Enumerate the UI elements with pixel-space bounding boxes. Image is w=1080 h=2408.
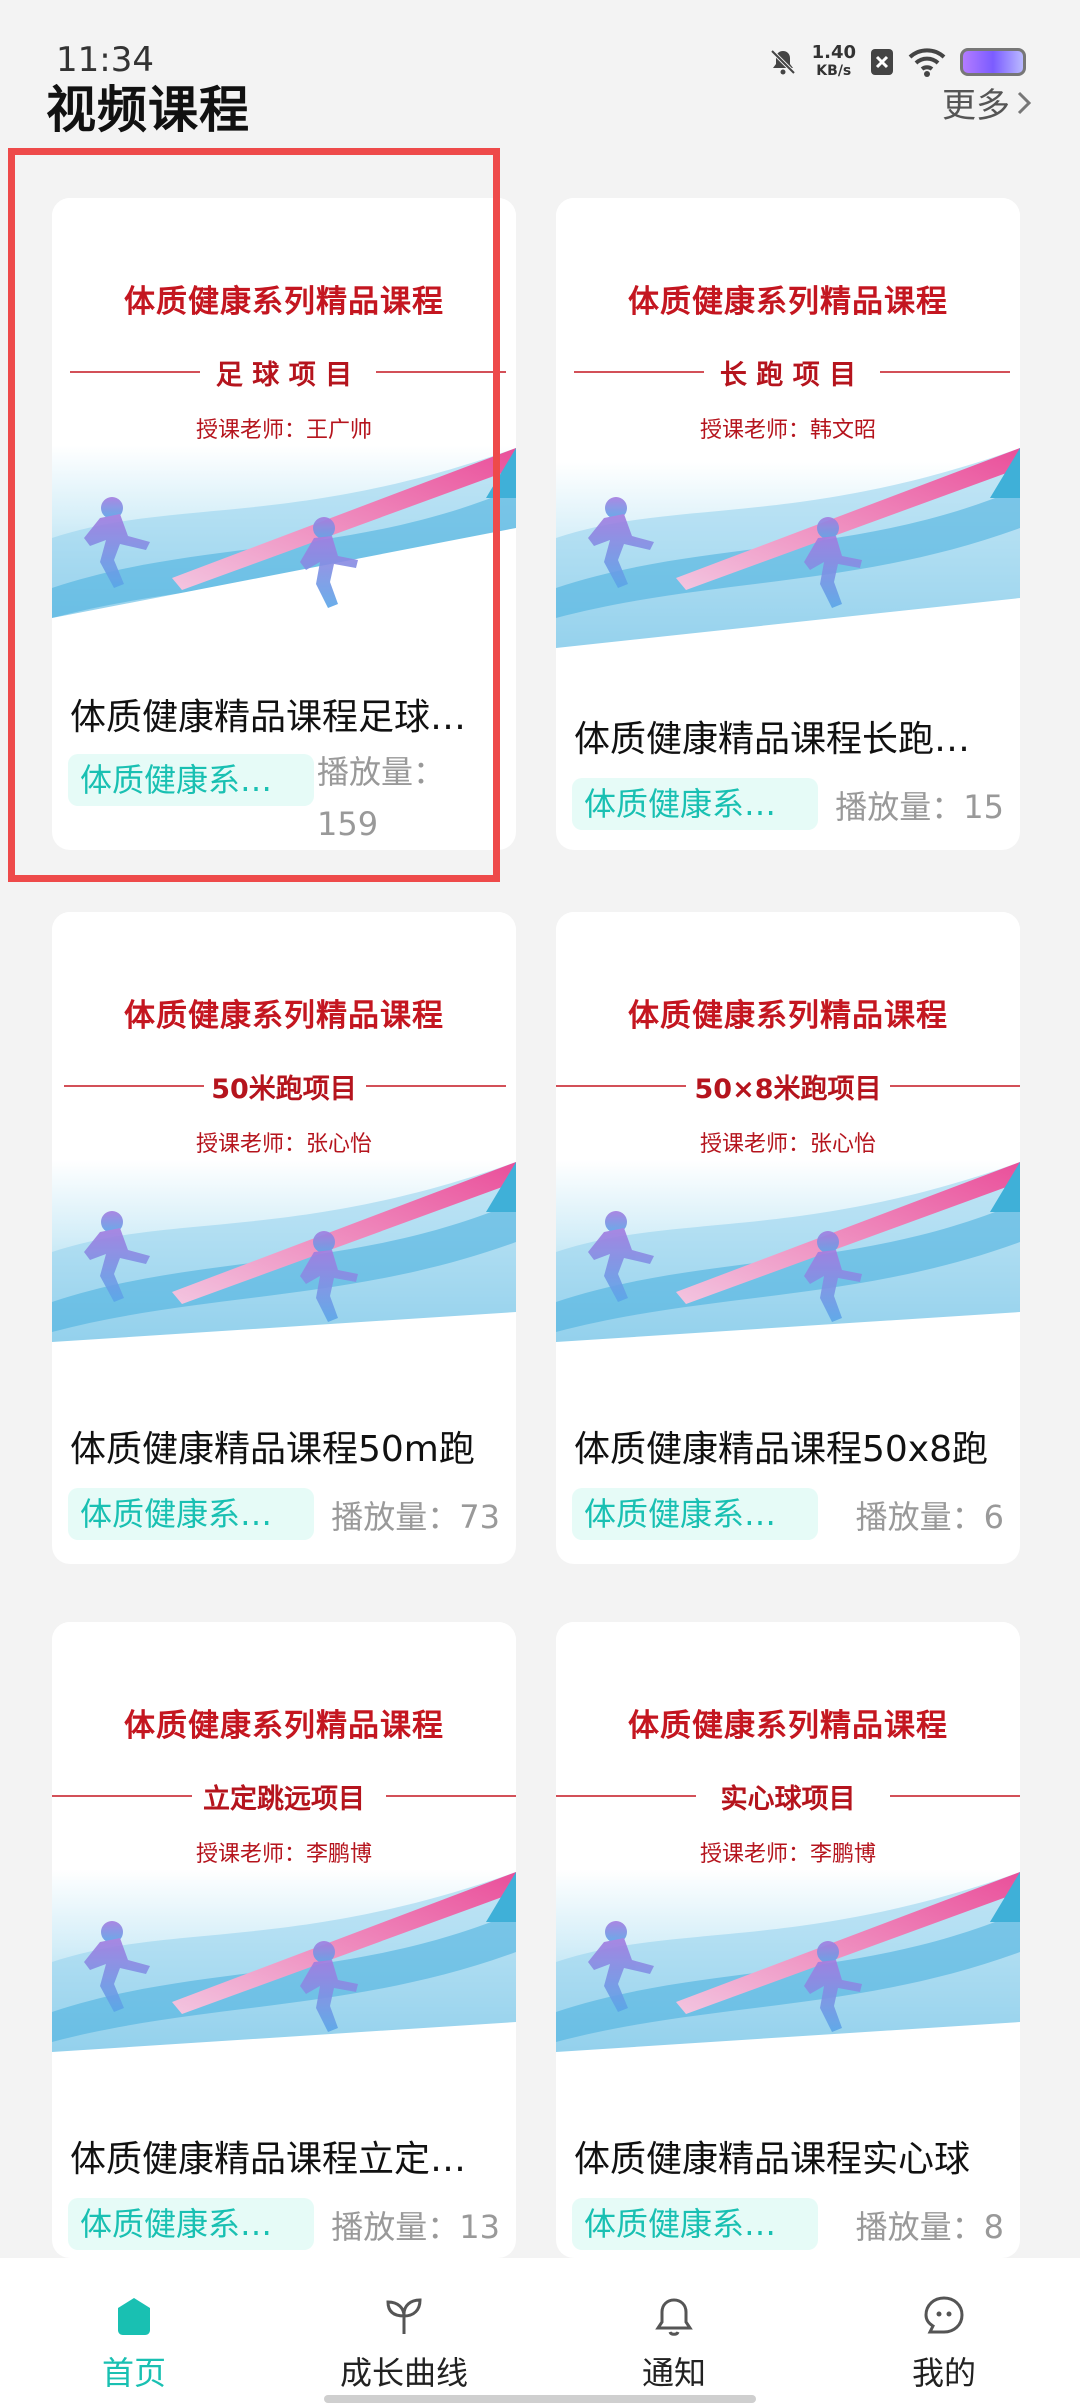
- profile-icon: [924, 2296, 964, 2334]
- course-tag: 体质健康系…: [68, 1488, 314, 1540]
- course-title: 体质健康精品课程立定…: [70, 2139, 467, 2180]
- cover-series: 体质健康系列精品课程: [628, 998, 948, 1034]
- cover-series: 体质健康系列精品课程: [628, 284, 948, 320]
- course-title: 体质健康精品课程实心球: [574, 2139, 971, 2180]
- cover-series: 体质健康系列精品课程: [124, 1708, 444, 1744]
- tab-label: 成长曲线: [339, 2354, 468, 2392]
- selection-highlight: [8, 148, 500, 882]
- tab-growth-curve[interactable]: 成长曲线: [304, 2292, 504, 2394]
- course-card-3[interactable]: 体质健康系列精品课程 50米跑项目 授课老师：张心怡 体质健康精品课程50m跑 …: [52, 912, 516, 1564]
- cover-project: 长 跑 项 目: [719, 360, 857, 391]
- course-cover-image: 体质健康系列精品课程 50×8米跑项目 授课老师：张心怡: [556, 912, 1020, 1362]
- cover-project-row: 长 跑 项 目: [556, 353, 1020, 393]
- wifi-icon: [908, 48, 946, 77]
- tab-notifications[interactable]: 通知: [574, 2292, 774, 2394]
- course-card-4[interactable]: 体质健康系列精品课程 50×8米跑项目 授课老师：张心怡 体质健康精品课程50x…: [556, 912, 1020, 1564]
- course-cover-image: 体质健康系列精品课程 长 跑 项 目 授课老师：韩文昭: [556, 198, 1020, 648]
- home-indicator[interactable]: [324, 2395, 756, 2403]
- tab-label: 首页: [101, 2354, 166, 2392]
- cover-series: 体质健康系列精品课程: [628, 1708, 948, 1744]
- cover-project-row: 实心球项目: [556, 1777, 1020, 1817]
- course-tag: 体质健康系…: [572, 778, 818, 830]
- course-card-2[interactable]: 体质健康系列精品课程 长 跑 项 目 授课老师：韩文昭 体质健康精品课程长跑… …: [556, 198, 1020, 850]
- cover-series: 体质健康系列精品课程: [124, 998, 444, 1034]
- more-link[interactable]: 更多: [942, 78, 1032, 127]
- tab-label: 我的: [911, 2354, 976, 2392]
- course-plays: 播放量：8: [855, 2208, 1004, 2246]
- tab-home[interactable]: 首页: [34, 2292, 234, 2394]
- tab-label: 通知: [641, 2354, 706, 2392]
- course-tag: 体质健康系…: [572, 2198, 818, 2250]
- more-label: 更多: [942, 86, 1010, 126]
- course-cover-image: 体质健康系列精品课程 立定跳远项目 授课老师：李鹏博: [52, 1622, 516, 2072]
- cover-teacher: 授课老师：李鹏博: [195, 1842, 372, 1867]
- bottom-tab-bar: 首页 成长曲线 通知 我的: [0, 2258, 1080, 2408]
- bell-icon: [655, 2298, 693, 2336]
- course-plays: 播放量：6: [855, 1498, 1004, 1536]
- network-rate: 1.40 KB/s: [811, 42, 856, 80]
- course-title: 体质健康精品课程50x8跑: [574, 1429, 989, 1470]
- course-card-6[interactable]: 体质健康系列精品课程 实心球项目 授课老师：李鹏博 体质健康精品课程实心球 体质…: [556, 1622, 1020, 2258]
- cover-teacher: 授课老师：韩文昭: [699, 418, 876, 443]
- battery-icon: [960, 48, 1026, 76]
- section-title: 视频课程: [46, 81, 250, 139]
- cover-teacher: 授课老师：张心怡: [195, 1132, 372, 1157]
- cover-project-row: 立定跳远项目: [52, 1777, 516, 1817]
- cover-teacher: 授课老师：张心怡: [699, 1132, 876, 1157]
- course-title: 体质健康精品课程50m跑: [70, 1429, 475, 1470]
- cover-project: 50米跑项目: [211, 1074, 357, 1105]
- cover-project: 实心球项目: [720, 1784, 856, 1815]
- mute-icon: [770, 49, 795, 75]
- course-tag: 体质健康系…: [572, 1488, 818, 1540]
- cover-teacher: 授课老师：李鹏博: [699, 1842, 876, 1867]
- cover-project-row: 50米跑项目: [52, 1067, 516, 1107]
- chevron-right-icon: [1017, 91, 1032, 114]
- home-icon: [118, 2298, 150, 2335]
- cover-project-row: 50×8米跑项目: [556, 1067, 1020, 1107]
- no-sim-icon: [871, 49, 893, 75]
- course-plays: 播放量：13: [331, 2208, 500, 2246]
- course-cover-image: 体质健康系列精品课程 实心球项目 授课老师：李鹏博: [556, 1622, 1020, 2072]
- course-cover-image: 体质健康系列精品课程 50米跑项目 授课老师：张心怡: [52, 912, 516, 1362]
- course-card-5[interactable]: 体质健康系列精品课程 立定跳远项目 授课老师：李鹏博 体质健康精品课程立定… 体…: [52, 1622, 516, 2258]
- course-tag: 体质健康系…: [68, 2198, 314, 2250]
- cover-project: 50×8米跑项目: [694, 1074, 882, 1105]
- tab-profile[interactable]: 我的: [844, 2292, 1044, 2394]
- course-title: 体质健康精品课程长跑…: [574, 719, 971, 760]
- sprout-icon: [386, 2298, 422, 2334]
- course-plays: 播放量：73: [331, 1498, 500, 1536]
- cover-project: 立定跳远项目: [203, 1784, 365, 1815]
- status-icons: 1.40 KB/s: [768, 44, 1026, 80]
- course-plays: 播放量：15: [835, 788, 1004, 826]
